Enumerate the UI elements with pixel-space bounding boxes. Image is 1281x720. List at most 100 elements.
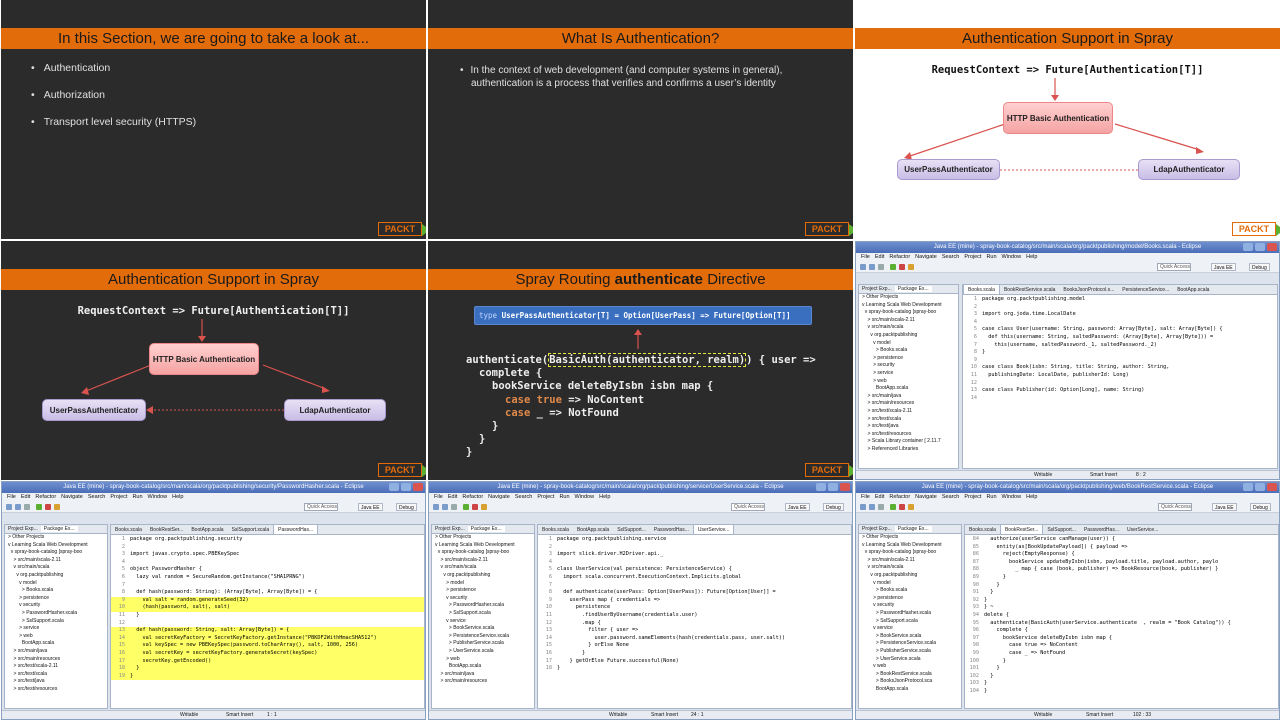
editor-tab[interactable]: UserService... xyxy=(1123,525,1162,534)
maximize-button[interactable] xyxy=(1255,483,1265,491)
tree-item[interactable]: > PersistenceService.scala xyxy=(435,633,534,641)
debug-icon[interactable] xyxy=(472,504,478,510)
menu-search[interactable]: Search xyxy=(942,494,959,500)
menu-window[interactable]: Window xyxy=(1002,254,1022,260)
tree-item[interactable]: > src/main/scala-2.11 xyxy=(862,317,958,325)
minimize-button[interactable] xyxy=(389,483,399,491)
code-area[interactable]: 1 package org.packtpublishing.model 2 3 impo… xyxy=(963,295,1277,402)
tree-item[interactable]: > PersistenceService.scala xyxy=(862,640,961,648)
editor-tab[interactable]: SslSupport.scala xyxy=(228,525,274,534)
editor-tab[interactable]: UserService... xyxy=(692,525,735,534)
menu-navigate[interactable]: Navigate xyxy=(61,494,83,500)
menu-window[interactable]: Window xyxy=(148,494,168,500)
run-icon[interactable] xyxy=(890,504,896,510)
tab-project-explorer[interactable]: Project Exp... xyxy=(5,526,41,532)
tree-item[interactable]: > src/main/scala-2.11 xyxy=(8,557,107,565)
tree-item[interactable]: > src/test/scala xyxy=(862,416,958,424)
tree-item[interactable]: v src/main/scala xyxy=(862,564,961,572)
menu-help[interactable]: Help xyxy=(1026,494,1037,500)
maximize-button[interactable] xyxy=(828,483,838,491)
tree-item[interactable]: > BookService.scala xyxy=(862,633,961,641)
menu-file[interactable]: File xyxy=(434,494,443,500)
tree-item[interactable]: > BooksJsonProtocol.sca xyxy=(862,678,961,686)
tree-item[interactable]: > persistence xyxy=(862,355,958,363)
tree-item[interactable]: v security xyxy=(8,602,107,610)
tree-item[interactable]: > PasswordHasher.scala xyxy=(435,602,534,610)
perspective-javaee[interactable]: Java EE xyxy=(1212,503,1237,511)
run-icon[interactable] xyxy=(36,504,42,510)
tree-item[interactable]: v src/main/scala xyxy=(435,564,534,572)
new-icon[interactable] xyxy=(860,264,866,270)
tree-item[interactable]: v service xyxy=(862,625,961,633)
run-icon[interactable] xyxy=(890,264,896,270)
tree-item[interactable]: > src/main/java xyxy=(8,648,107,656)
debug-icon[interactable] xyxy=(899,264,905,270)
menu-refactor[interactable]: Refactor xyxy=(889,254,910,260)
menu-window[interactable]: Window xyxy=(1002,494,1022,500)
quick-access-input[interactable]: Quick Access xyxy=(1157,263,1191,271)
tree-item[interactable]: v service xyxy=(435,618,534,626)
tree-item[interactable]: v src/main/scala xyxy=(862,324,958,332)
code-area[interactable]: 84 authorize(userService canManage(user)… xyxy=(965,535,1278,695)
tree-item[interactable]: v Learning Scala Web Development xyxy=(862,542,961,550)
debug-icon[interactable] xyxy=(899,504,905,510)
menu-refactor[interactable]: Refactor xyxy=(889,494,910,500)
tree-item[interactable]: v security xyxy=(435,595,534,603)
tree-item[interactable]: > SslSupport.scala xyxy=(8,618,107,626)
code-editor[interactable]: Books.scala BookRestSer... SslSupport... Pa… xyxy=(964,524,1279,709)
menu-project[interactable]: Project xyxy=(964,254,981,260)
editor-tab[interactable]: Books.scala xyxy=(965,525,1000,534)
tree-item[interactable]: > src/main/resources xyxy=(862,400,958,408)
editor-tab[interactable]: BooksJsonProtocol.s... xyxy=(1059,285,1118,294)
tree-item[interactable]: > UserService.scala xyxy=(862,656,961,664)
tab-package-explorer[interactable]: Package Ex... xyxy=(894,526,932,532)
tree-item[interactable]: > Books.scala xyxy=(8,587,107,595)
tab-package-explorer[interactable]: Package Ex... xyxy=(40,526,78,532)
menu-project[interactable]: Project xyxy=(110,494,127,500)
editor-tab[interactable]: PasswordHas... xyxy=(1080,525,1123,534)
close-button[interactable] xyxy=(840,483,850,491)
close-button[interactable] xyxy=(1267,483,1277,491)
tree-item[interactable]: > PasswordHasher.scala xyxy=(862,610,961,618)
menu-search[interactable]: Search xyxy=(942,254,959,260)
tab-project-explorer[interactable]: Project Exp... xyxy=(432,526,468,532)
tree-item[interactable]: > src/main/scala-2.11 xyxy=(862,557,961,565)
perspective-debug[interactable]: Debug xyxy=(1249,263,1270,271)
print-icon[interactable] xyxy=(878,264,884,270)
menu-navigate[interactable]: Navigate xyxy=(915,494,937,500)
tree-item[interactable]: > src/test/scala-2.11 xyxy=(8,663,107,671)
tree-item[interactable]: > Referenced Libraries xyxy=(862,446,958,454)
editor-tab[interactable]: SslSupport... xyxy=(1043,525,1080,534)
editor-tab[interactable]: BootApp.scala xyxy=(573,525,613,534)
code-area[interactable]: 1 package org.packtpublishing.security 2 3 i… xyxy=(111,535,424,681)
minimize-button[interactable] xyxy=(1243,243,1253,251)
menu-navigate[interactable]: Navigate xyxy=(488,494,510,500)
quick-access-input[interactable]: Quick Access xyxy=(304,503,338,511)
menu-run[interactable]: Run xyxy=(986,254,996,260)
tree-item[interactable]: v model xyxy=(8,580,107,588)
editor-tab[interactable]: PasswordHas... xyxy=(273,525,319,534)
tree-item[interactable]: > service xyxy=(862,370,958,378)
tree-item[interactable]: > src/main/java xyxy=(435,671,534,679)
print-icon[interactable] xyxy=(878,504,884,510)
tree-item[interactable]: > persistence xyxy=(435,587,534,595)
tree-item[interactable]: > model xyxy=(435,580,534,588)
tree-item[interactable]: > Other Projects xyxy=(862,534,961,542)
tab-package-explorer[interactable]: Package Ex... xyxy=(467,526,505,532)
tree-item[interactable]: > Books.scala xyxy=(862,347,958,355)
tree-item[interactable]: > Scala Library container [ 2.11.7 xyxy=(862,438,958,446)
minimize-button[interactable] xyxy=(816,483,826,491)
tree-item[interactable]: v spray-book-catalog [spray-boo xyxy=(862,309,958,317)
save-icon[interactable] xyxy=(869,264,875,270)
quick-access-input[interactable]: Quick Access xyxy=(1158,503,1192,511)
search-icon[interactable] xyxy=(908,264,914,270)
tree-item[interactable]: > service xyxy=(8,625,107,633)
tree-item[interactable]: > src/main/resources xyxy=(435,678,534,686)
tab-project-explorer[interactable]: Project Exp... xyxy=(859,286,895,292)
minimize-button[interactable] xyxy=(1243,483,1253,491)
new-icon[interactable] xyxy=(860,504,866,510)
tree-item[interactable]: > src/test/resources xyxy=(862,431,958,439)
menu-search[interactable]: Search xyxy=(88,494,105,500)
tree-item[interactable]: > Other Projects xyxy=(435,534,534,542)
save-icon[interactable] xyxy=(442,504,448,510)
